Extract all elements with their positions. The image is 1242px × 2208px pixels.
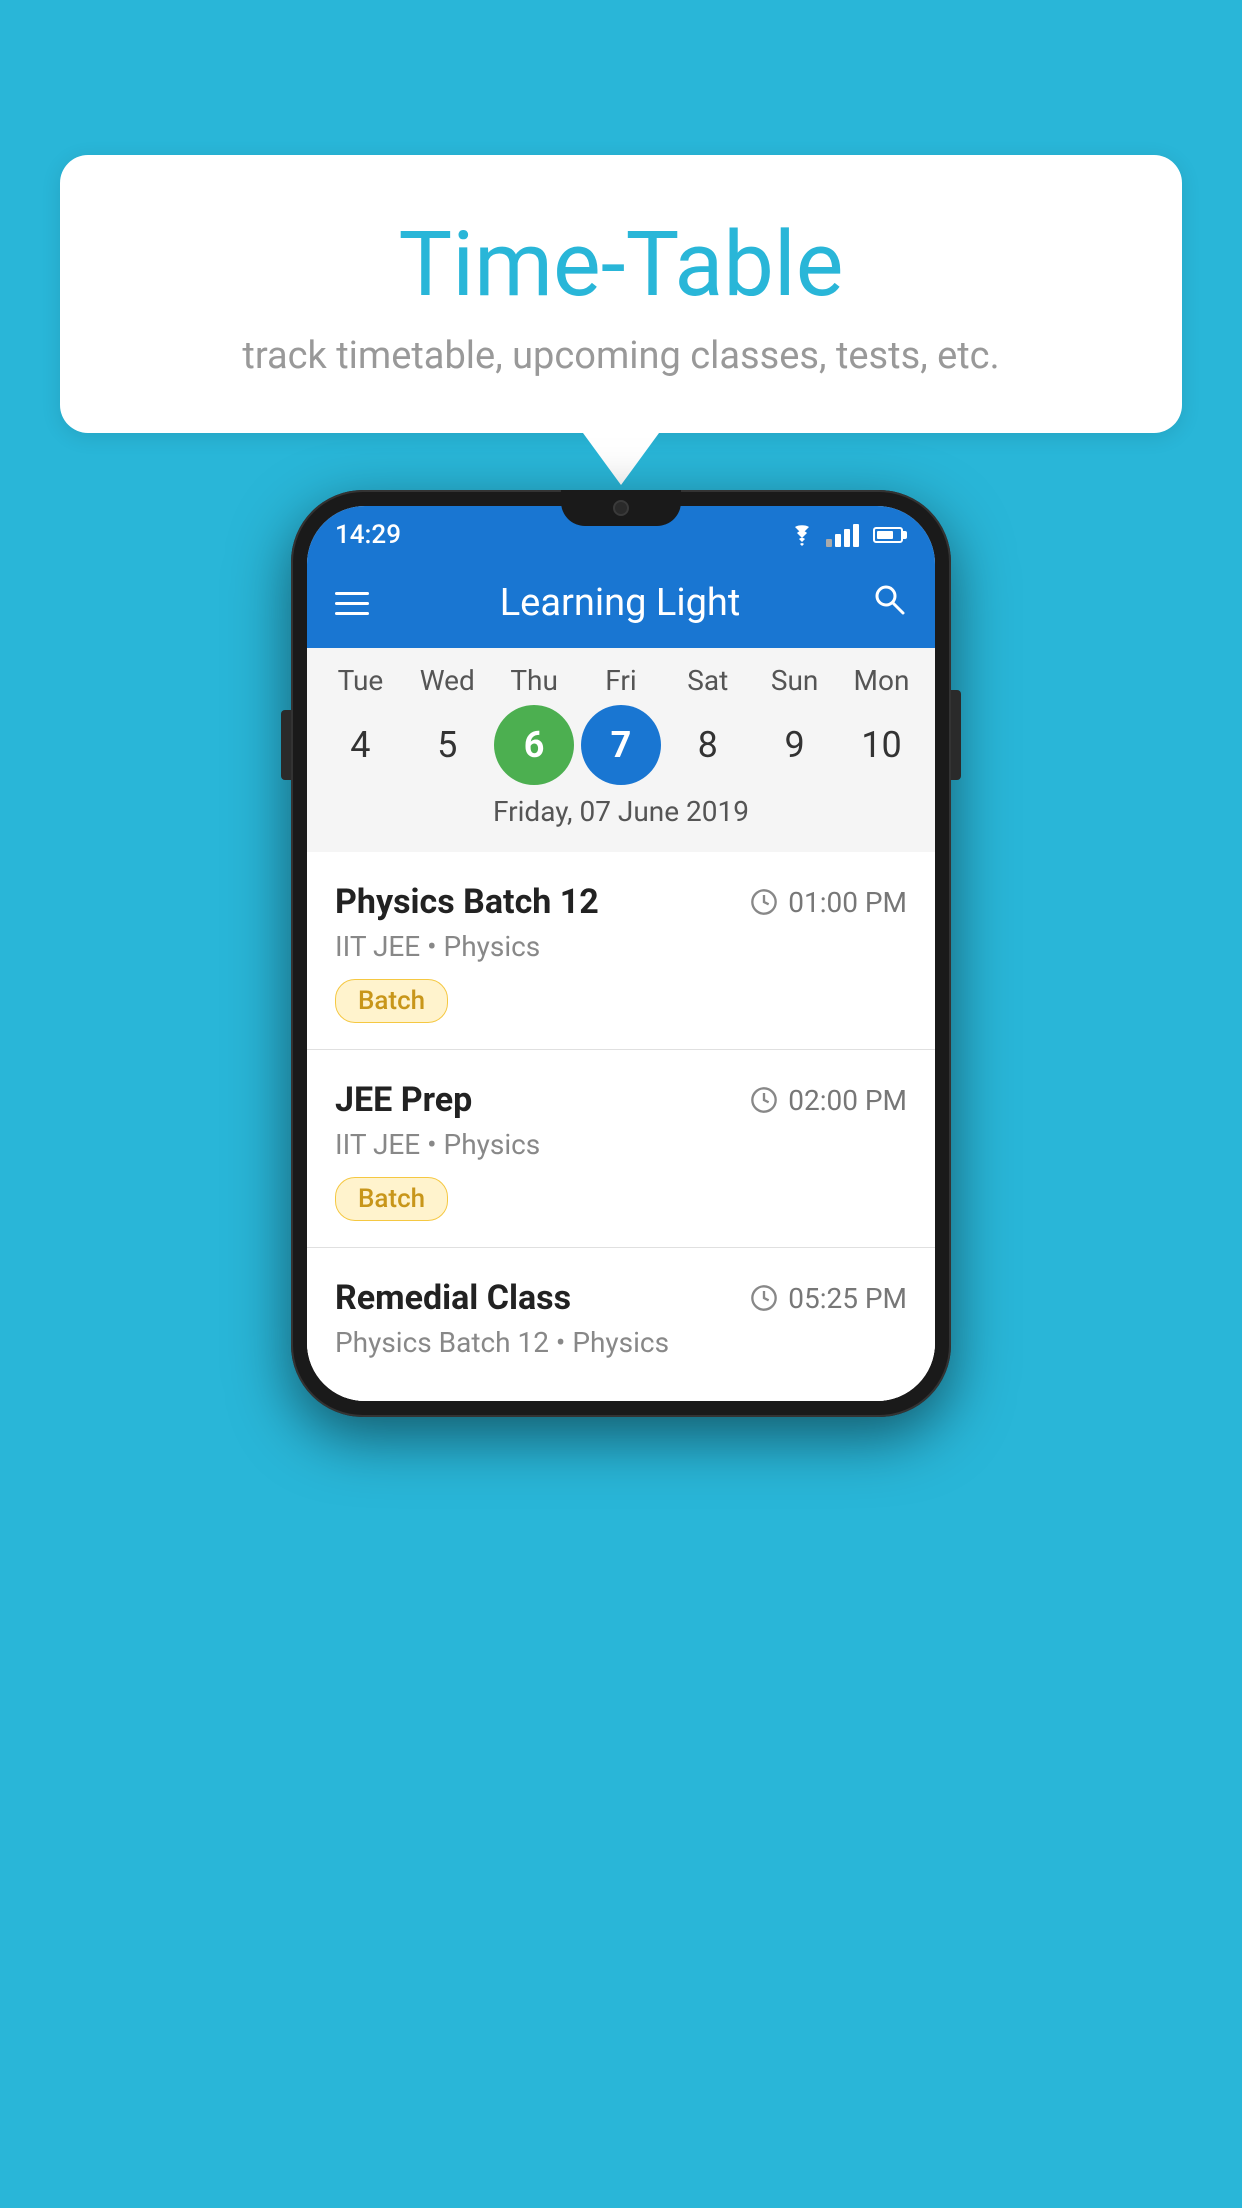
- day-headers: Tue Wed Thu Fri Sat Sun Mon: [307, 664, 935, 697]
- day-numbers: 4 5 6 7 8 9 10: [307, 705, 935, 785]
- schedule-item-2-header: JEE Prep 02:00 PM: [335, 1080, 907, 1120]
- day-header-sun: Sun: [755, 664, 835, 697]
- schedule-item-2-title: JEE Prep: [335, 1080, 472, 1120]
- day-4[interactable]: 4: [320, 705, 400, 785]
- schedule-item-1[interactable]: Physics Batch 12 01:00 PM IIT JEE • Phys…: [307, 852, 935, 1050]
- schedule-item-1-title: Physics Batch 12: [335, 882, 599, 922]
- app-title: Learning Light: [397, 581, 843, 625]
- day-header-wed: Wed: [407, 664, 487, 697]
- clock-icon-3: [750, 1284, 778, 1312]
- battery-icon: [873, 527, 903, 543]
- schedule-item-3-header: Remedial Class 05:25 PM: [335, 1278, 907, 1318]
- clock-icon-2: [750, 1086, 778, 1114]
- signal-bars-icon: [826, 524, 859, 547]
- schedule-item-3-time: 05:25 PM: [750, 1282, 907, 1315]
- speech-bubble-title: Time-Table: [120, 215, 1122, 314]
- clock-icon-1: [750, 888, 778, 916]
- menu-icon[interactable]: [335, 592, 369, 615]
- status-icons: [788, 524, 903, 547]
- schedule-item-3-title: Remedial Class: [335, 1278, 571, 1318]
- schedule-item-2-subtitle: IIT JEE • Physics: [335, 1128, 907, 1161]
- day-10[interactable]: 10: [841, 705, 921, 785]
- schedule-item-1-badge: Batch: [335, 979, 448, 1023]
- schedule-list: Physics Batch 12 01:00 PM IIT JEE • Phys…: [307, 852, 935, 1401]
- day-header-sat: Sat: [668, 664, 748, 697]
- search-button[interactable]: [871, 581, 907, 626]
- schedule-item-1-subtitle: IIT JEE • Physics: [335, 930, 907, 963]
- speech-bubble-wrapper: Time-Table track timetable, upcoming cla…: [60, 155, 1182, 485]
- speech-bubble-tail: [583, 433, 659, 485]
- day-header-tue: Tue: [320, 664, 400, 697]
- schedule-item-2[interactable]: JEE Prep 02:00 PM IIT JEE • Physics Batc…: [307, 1050, 935, 1248]
- app-bar: Learning Light: [307, 558, 935, 648]
- day-header-mon: Mon: [841, 664, 921, 697]
- selected-date-label: Friday, 07 June 2019: [307, 785, 935, 842]
- schedule-item-2-badge: Batch: [335, 1177, 448, 1221]
- day-7-selected[interactable]: 7: [581, 705, 661, 785]
- speech-bubble: Time-Table track timetable, upcoming cla…: [60, 155, 1182, 433]
- day-6-today[interactable]: 6: [494, 705, 574, 785]
- schedule-item-3-subtitle: Physics Batch 12 • Physics: [335, 1326, 907, 1359]
- day-header-thu: Thu: [494, 664, 574, 697]
- schedule-item-2-time: 02:00 PM: [750, 1084, 907, 1117]
- day-9[interactable]: 9: [755, 705, 835, 785]
- wifi-icon: [788, 524, 816, 546]
- phone-notch: [561, 506, 681, 526]
- schedule-item-3[interactable]: Remedial Class 05:25 PM Physics Batch 12…: [307, 1248, 935, 1401]
- phone-screen: 14:29: [307, 506, 935, 1401]
- phone-mockup: 14:29: [291, 490, 951, 1417]
- front-camera: [613, 506, 629, 516]
- schedule-item-1-time: 01:00 PM: [750, 886, 907, 919]
- day-8[interactable]: 8: [668, 705, 748, 785]
- day-header-fri: Fri: [581, 664, 661, 697]
- calendar-strip: Tue Wed Thu Fri Sat Sun Mon 4 5 6 7 8 9 …: [307, 648, 935, 852]
- status-time: 14:29: [335, 520, 401, 550]
- phone-outer: 14:29: [291, 490, 951, 1417]
- schedule-item-1-header: Physics Batch 12 01:00 PM: [335, 882, 907, 922]
- day-5[interactable]: 5: [407, 705, 487, 785]
- speech-bubble-subtitle: track timetable, upcoming classes, tests…: [120, 334, 1122, 378]
